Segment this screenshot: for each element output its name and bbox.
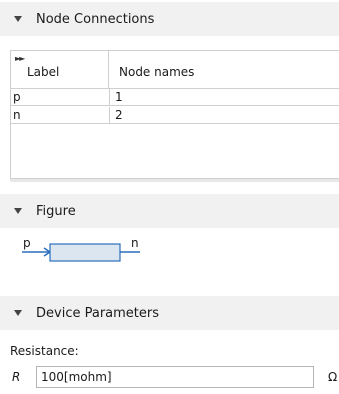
resistance-input[interactable] [36,366,314,388]
section-header-device-parameters[interactable]: Device Parameters [0,296,339,330]
terminal-p-label: p [23,236,31,250]
resistor-box [49,243,121,262]
table-header-row: ►► Label Node names [11,51,339,89]
node-connections-table: ►► Label Node names p 1 n 2 [10,50,339,180]
table-row[interactable]: p 1 [11,89,339,106]
chevron-down-icon[interactable] [14,208,22,214]
row-label: n [13,108,21,122]
resistance-symbol: R [12,370,21,384]
row-node-name[interactable]: 2 [109,107,339,124]
section-title: Node Connections [36,11,155,27]
terminal-n-label: n [131,236,139,250]
resistor-figure: p n [22,236,140,262]
chevron-down-icon[interactable] [14,16,22,22]
section-header-figure[interactable]: Figure [0,194,339,228]
table-row[interactable]: n 2 [11,107,339,124]
chevron-down-icon[interactable] [14,310,22,316]
table-scroll-edge [10,178,339,182]
section-title: Device Parameters [36,305,159,321]
resistance-unit: Ω [328,370,338,384]
expand-columns-icon[interactable]: ►► [15,54,25,63]
row-node-name[interactable]: 1 [109,89,339,106]
column-header-label[interactable]: ►► Label [11,51,109,89]
column-header-label-text: Label [27,65,60,79]
column-header-node-names[interactable]: Node names [119,65,194,79]
section-header-node-connections[interactable]: Node Connections [0,2,339,36]
resistance-label: Resistance: [10,344,79,358]
section-title: Figure [36,203,76,219]
row-label: p [13,90,21,104]
